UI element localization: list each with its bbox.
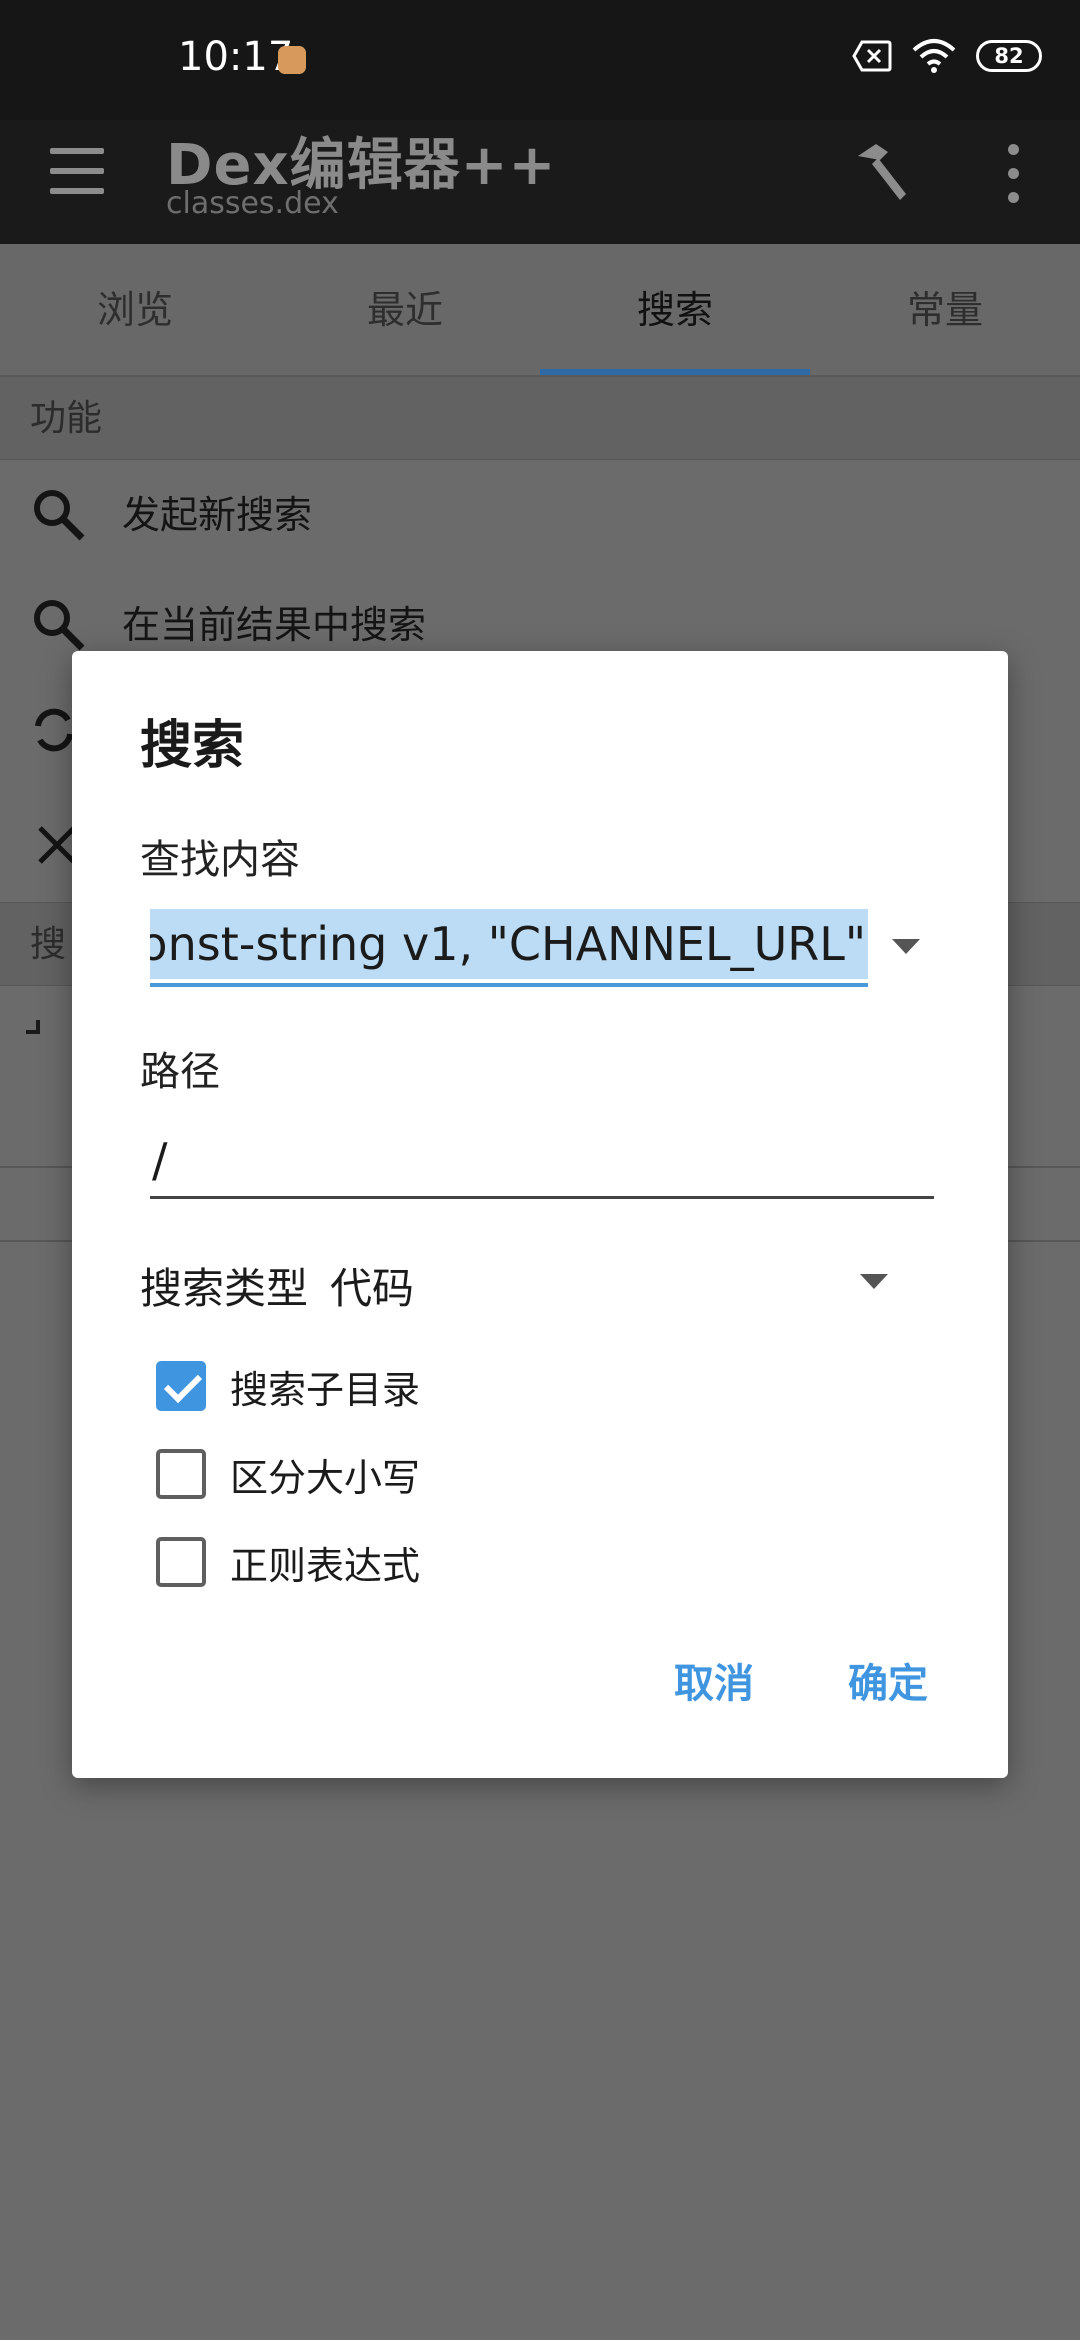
menu-icon[interactable] [50, 146, 104, 196]
search-type-label: 搜索类型 [140, 1264, 309, 1313]
find-content-value: const-string v1, "CHANNEL_URL" [150, 909, 868, 979]
path-input[interactable] [150, 1123, 934, 1199]
checkbox-checked[interactable] [156, 1361, 206, 1411]
app-bar: Dex编辑器++ classes.dex [0, 120, 1080, 244]
tree-corner-mark [26, 1020, 40, 1034]
app-subtitle: classes.dex [166, 186, 339, 221]
tab-search[interactable]: 搜索 [540, 244, 810, 375]
notification-app-icon [278, 46, 306, 74]
more-options-icon[interactable] [1004, 144, 1024, 204]
option-label: 正则表达式 [230, 1543, 421, 1588]
search-icon [34, 600, 85, 651]
find-history-dropdown-icon[interactable] [892, 939, 920, 954]
wifi-icon [912, 39, 956, 73]
battery-indicator: 82 [976, 40, 1042, 72]
option-label: 区分大小写 [230, 1455, 421, 1500]
refresh-icon[interactable] [32, 706, 76, 754]
tab-constants[interactable]: 常量 [810, 244, 1080, 375]
ok-button[interactable]: 确定 [848, 1651, 928, 1709]
checkbox-unchecked[interactable] [156, 1537, 206, 1587]
status-icons: 82 [852, 38, 1042, 74]
no-sim-icon [852, 40, 892, 72]
hammer-icon[interactable] [850, 138, 916, 204]
section-header-functions: 功能 [0, 376, 1080, 460]
status-bar: 10:17 82 [0, 0, 1080, 120]
find-content-underline [150, 983, 868, 987]
find-content-input[interactable]: const-string v1, "CHANNEL_URL" [150, 909, 868, 983]
dialog-title: 搜索 [140, 716, 245, 776]
status-time: 10:17 [178, 34, 294, 80]
option-search-subdirs[interactable]: 搜索子目录 [156, 1351, 420, 1421]
find-content-label: 查找内容 [140, 837, 300, 883]
checkbox-unchecked[interactable] [156, 1449, 206, 1499]
search-type-row[interactable]: 搜索类型 代码 [140, 1255, 414, 1316]
list-item-new-search[interactable]: 发起新搜索 [0, 460, 1080, 570]
search-type-value: 代码 [330, 1264, 415, 1313]
cancel-button[interactable]: 取消 [674, 1651, 754, 1709]
option-label: 搜索子目录 [230, 1367, 421, 1412]
search-type-dropdown-icon[interactable] [860, 1274, 888, 1289]
tab-bar: 浏览 最近 搜索 常量 [0, 244, 1080, 376]
path-label: 路径 [140, 1049, 220, 1095]
list-item-label: 发起新搜索 [122, 493, 313, 537]
search-dialog: 搜索 查找内容 const-string v1, "CHANNEL_URL" 路… [72, 651, 1008, 1778]
option-regex[interactable]: 正则表达式 [156, 1527, 420, 1597]
search-icon [34, 490, 85, 541]
option-case-sensitive[interactable]: 区分大小写 [156, 1439, 420, 1509]
tab-recent[interactable]: 最近 [270, 244, 540, 375]
tab-browse[interactable]: 浏览 [0, 244, 270, 375]
